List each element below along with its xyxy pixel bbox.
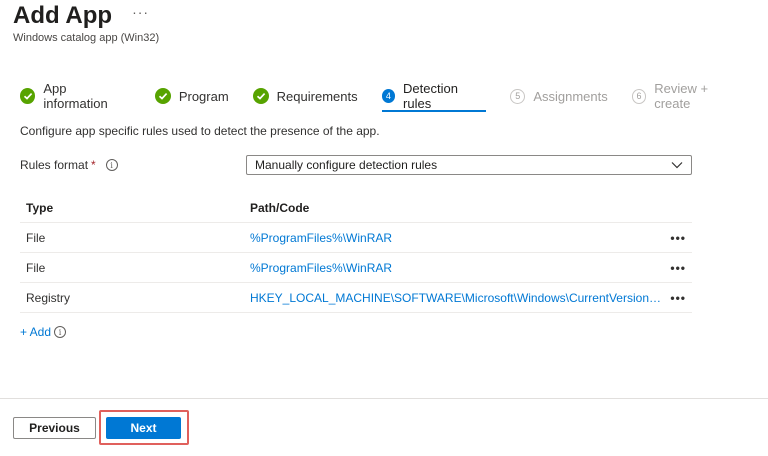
row-more-icon[interactable]: ••• — [662, 261, 692, 275]
page-title: Add App — [13, 2, 113, 29]
info-icon[interactable]: i — [105, 159, 118, 171]
table-row: Registry HKEY_LOCAL_MACHINE\SOFTWARE\Mic… — [20, 283, 692, 313]
step-review-create[interactable]: 6 Review + create — [631, 81, 744, 111]
info-icon[interactable]: i — [54, 326, 67, 338]
step-assignments[interactable]: 5 Assignments — [510, 84, 608, 108]
rule-type: File — [26, 230, 46, 245]
rule-path-link[interactable]: %ProgramFiles%\WinRAR — [250, 261, 662, 275]
check-icon — [252, 88, 269, 104]
rules-format-label-group: Rules format * i — [20, 158, 246, 172]
page-header: Add App ··· Windows catalog app (Win32) — [13, 0, 159, 44]
add-rule-link[interactable]: + Add — [20, 325, 51, 339]
row-more-icon[interactable]: ••• — [662, 231, 692, 245]
step-number-badge: 6 — [631, 88, 647, 104]
row-more-icon[interactable]: ••• — [662, 291, 692, 305]
rule-path-link[interactable]: HKEY_LOCAL_MACHINE\SOFTWARE\Microsoft\Wi… — [250, 291, 662, 305]
required-marker: * — [91, 158, 96, 172]
rules-format-row: Rules format * i Manually configure dete… — [20, 154, 692, 176]
table-header-row: Type Path/Code — [20, 194, 692, 223]
chevron-down-icon — [671, 158, 683, 172]
column-header-path: Path/Code — [250, 201, 310, 215]
add-rule-row: + Add i — [20, 325, 67, 339]
step-number-badge: 4 — [381, 89, 396, 103]
step-app-information[interactable]: App information — [20, 81, 131, 111]
more-options-icon[interactable]: ··· — [132, 4, 149, 20]
rule-type: File — [26, 260, 46, 275]
check-icon — [20, 88, 36, 104]
rule-type: Registry — [26, 290, 71, 305]
wizard-footer: Previous Next — [0, 398, 768, 456]
step-program[interactable]: Program — [154, 84, 229, 108]
check-icon — [154, 88, 171, 104]
step-requirements[interactable]: Requirements — [252, 84, 358, 108]
rule-path-link[interactable]: %ProgramFiles%\WinRAR — [250, 231, 662, 245]
wizard-steps: App information Program Requirements 4 D… — [20, 81, 768, 112]
step-label: Review + create — [654, 81, 709, 111]
step-detection-rules[interactable]: 4 Detection rules — [381, 81, 487, 112]
section-description: Configure app specific rules used to det… — [20, 124, 380, 138]
step-number-badge: 5 — [510, 88, 526, 104]
step-label: Program — [178, 88, 229, 104]
step-label: App information — [43, 81, 108, 111]
page-subtitle: Windows catalog app (Win32) — [13, 32, 160, 44]
rules-format-value: Manually configure detection rules — [255, 158, 438, 172]
rules-format-dropdown[interactable]: Manually configure detection rules — [246, 155, 692, 175]
detection-rules-table: Type Path/Code File %ProgramFiles%\WinRA… — [20, 194, 692, 313]
table-row: File %ProgramFiles%\WinRAR ••• — [20, 253, 692, 283]
next-button[interactable]: Next — [106, 417, 181, 439]
table-row: File %ProgramFiles%\WinRAR ••• — [20, 223, 692, 253]
rules-format-label: Rules format — [20, 158, 89, 172]
column-header-type: Type — [26, 201, 54, 215]
step-label: Detection rules — [403, 81, 458, 111]
previous-button[interactable]: Previous — [13, 417, 96, 439]
step-label: Assignments — [533, 88, 608, 104]
step-label: Requirements — [276, 88, 358, 104]
